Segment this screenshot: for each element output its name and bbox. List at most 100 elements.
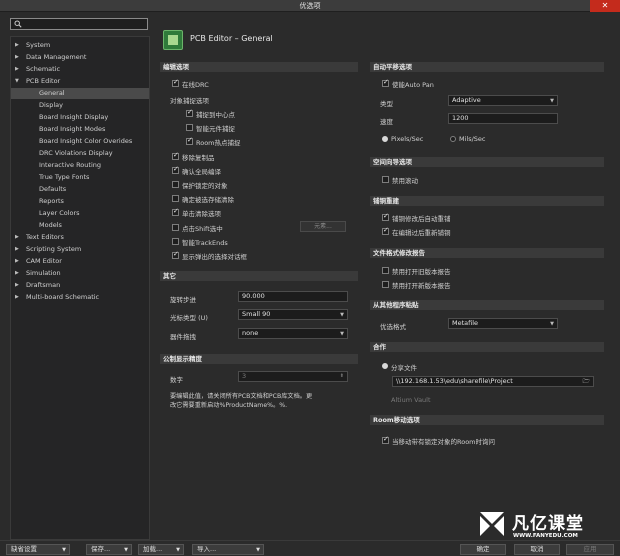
protect-locked-checkbox[interactable] (172, 181, 179, 188)
tree-item[interactable]: ▶ Multi-board Schematic (11, 292, 149, 303)
tree-item[interactable]: Layer Colors (11, 208, 149, 219)
confirm-global-checkbox[interactable] (172, 165, 179, 174)
tree-item-label: Interactive Routing (39, 161, 102, 169)
click-clear-selection-checkbox[interactable] (172, 207, 179, 216)
rotation-step-input[interactable]: 90.000 (238, 291, 348, 302)
collapsed-arrow-icon[interactable]: ▶ (15, 64, 19, 75)
digits-input[interactable]: 3 ⬍ (238, 371, 348, 382)
digits-label: 数字 (170, 376, 183, 384)
tree-item[interactable]: Board Insight Modes (11, 124, 149, 135)
ok-button[interactable]: 确定 (460, 544, 506, 555)
apply-button[interactable]: 应用 (566, 544, 614, 555)
tree-item-label: Reports (39, 197, 64, 205)
tree-item[interactable]: Board Insight Color Overides (11, 136, 149, 147)
load-label: 加载... (143, 545, 163, 553)
shared-path-input[interactable]: \\192.168.1.53\edu\sharefile\Project 🗁 (392, 376, 594, 387)
import-label: 导入... (197, 545, 217, 553)
tree-item-label: Board Insight Color Overides (39, 137, 133, 145)
smart-component-snap-checkbox[interactable] (186, 124, 193, 131)
remove-duplicates-checkbox[interactable] (172, 151, 179, 160)
disable-roll-checkbox[interactable] (382, 176, 389, 183)
shared-file-radio[interactable] (382, 363, 388, 369)
spinner-icon: ⬍ (339, 373, 344, 379)
watermark-url: WWW.FANYEDU.COM (513, 533, 578, 539)
autopan-style-dropdown[interactable]: Adaptive ▼ (448, 95, 558, 106)
collapsed-arrow-icon[interactable]: ▶ (15, 280, 19, 291)
tree-item[interactable]: ▶ Schematic (11, 64, 149, 75)
repour-after-modify-checkbox[interactable] (382, 212, 389, 221)
repour-after-edit-label: 在编辑过后重新铺铜 (392, 229, 451, 237)
room-hotspot-checkbox[interactable] (186, 136, 193, 145)
section-other-header: 其它 (160, 271, 358, 281)
tree-item[interactable]: ▼ PCB Editor (11, 76, 149, 87)
chevron-down-icon: ▼ (340, 312, 344, 318)
close-button[interactable]: ✕ (590, 0, 620, 12)
cursor-type-dropdown[interactable]: Small 90 ▼ (238, 309, 348, 320)
chevron-down-icon: ▼ (62, 547, 66, 553)
disable-old-report-checkbox[interactable] (382, 267, 389, 274)
digits-value: 3 (242, 372, 247, 380)
online-drc-label: 在线DRC (182, 81, 209, 89)
repour-after-edit-checkbox[interactable] (382, 226, 389, 235)
tree-item[interactable]: Reports (11, 196, 149, 207)
tree-item-label: System (26, 41, 51, 49)
component-drag-dropdown[interactable]: none ▼ (238, 328, 348, 339)
tree-item[interactable]: ▶ CAM Editor (11, 256, 149, 267)
collapsed-arrow-icon[interactable]: ▶ (15, 244, 19, 255)
tree-item[interactable]: ▶ Text Editors (11, 232, 149, 243)
collapsed-arrow-icon[interactable]: ▶ (15, 292, 19, 303)
disable-roll-label: 禁用滚动 (392, 177, 418, 185)
popup-selection-label: 显示弹出的选择对话框 (182, 253, 247, 261)
enable-autopan-checkbox[interactable] (382, 78, 389, 87)
tree-item[interactable]: Models (11, 220, 149, 231)
search-input[interactable] (10, 18, 148, 30)
tree-item[interactable]: Display (11, 100, 149, 111)
collapsed-arrow-icon[interactable]: ▶ (15, 268, 19, 279)
tree-item[interactable]: ▶ System (11, 40, 149, 51)
tree-item[interactable]: ▶ Scripting System (11, 244, 149, 255)
fanyedu-logo-icon (480, 512, 504, 536)
tree-item[interactable]: True Type Fonts (11, 172, 149, 183)
snap-center-checkbox[interactable] (186, 108, 193, 117)
tree-item[interactable]: ▶ Simulation (11, 268, 149, 279)
section-polygon-header: 铺铜重建 (370, 196, 604, 206)
save-button[interactable]: 保存... ▼ (86, 544, 132, 555)
load-button[interactable]: 加载... ▼ (138, 544, 184, 555)
autopan-speed-input[interactable]: 1200 (448, 113, 558, 124)
tree-item[interactable]: DRC Violations Display (11, 148, 149, 159)
pixels-per-sec-radio[interactable] (382, 136, 388, 142)
tree-item[interactable]: ▶ Draftsman (11, 280, 149, 291)
folder-open-icon[interactable]: 🗁 (583, 377, 590, 386)
collapsed-arrow-icon[interactable]: ▶ (15, 40, 19, 51)
tree-item[interactable]: General (11, 88, 149, 99)
tree-item-label: CAM Editor (26, 257, 62, 265)
tree-item[interactable]: Board Insight Display (11, 112, 149, 123)
disable-new-report-checkbox[interactable] (382, 281, 389, 288)
smart-track-ends-checkbox[interactable] (172, 238, 179, 245)
popup-selection-checkbox[interactable] (172, 250, 179, 259)
tree-item[interactable]: Defaults (11, 184, 149, 195)
room-move-ask-checkbox[interactable] (382, 435, 389, 444)
preferred-format-dropdown[interactable]: Metafile ▼ (448, 318, 558, 329)
import-button[interactable]: 导入... ▼ (192, 544, 264, 555)
tree-item[interactable]: ▶ Data Management (11, 52, 149, 63)
pixels-per-sec-label: Pixels/Sec (391, 135, 424, 143)
section-metric-header: 公制显示精度 (160, 354, 358, 364)
primitives-button[interactable]: 元素... (300, 221, 346, 232)
altium-vault-label: Altium Vault (391, 396, 431, 404)
default-settings-button[interactable]: 缺省设置 ▼ (6, 544, 70, 555)
tree-item-label: Defaults (39, 185, 67, 193)
rotation-step-label: 旋转步进 (170, 296, 196, 304)
options-tree[interactable]: ▶ System ▶ Data Management ▶ Schematic ▼ PCB Ed… (10, 36, 150, 540)
collapsed-arrow-icon[interactable]: ▶ (15, 52, 19, 63)
shift-click-select-checkbox[interactable] (172, 224, 179, 231)
cancel-button[interactable]: 取消 (514, 544, 560, 555)
mils-per-sec-radio[interactable] (450, 136, 456, 142)
online-drc-checkbox[interactable] (172, 78, 179, 87)
expanded-arrow-icon[interactable]: ▼ (15, 76, 19, 87)
tree-item[interactable]: Interactive Routing (11, 160, 149, 171)
collapsed-arrow-icon[interactable]: ▶ (15, 232, 19, 243)
confirm-selection-clear-checkbox[interactable] (172, 195, 179, 202)
collapsed-arrow-icon[interactable]: ▶ (15, 256, 19, 267)
cursor-type-value: Small 90 (242, 310, 271, 318)
